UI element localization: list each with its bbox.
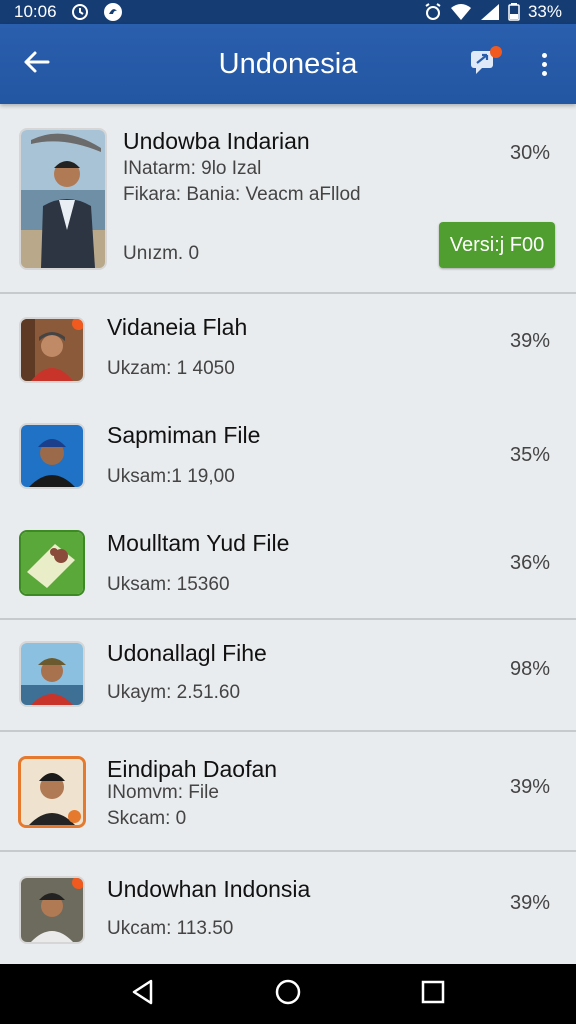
list-item[interactable]: Sapmiman File Uksam:1 19,00 35%	[0, 402, 576, 510]
item-detail: Ukcam: 113.50	[107, 918, 234, 939]
item-detail: Unızm. 0	[123, 243, 200, 264]
navigation-bar	[0, 964, 576, 1024]
list-item[interactable]: Udonallagl Fihe Ukaym: 2.51.60 98%	[0, 620, 576, 730]
share-button[interactable]	[464, 44, 502, 82]
list-item[interactable]: Undowhan Indonsia Ukcam: 113.50 39%	[0, 852, 576, 964]
file-icon	[19, 530, 85, 596]
item-detail: Ukaym: 2.51.60	[107, 682, 241, 703]
item-name: Udonallagl Fihe	[107, 640, 267, 666]
verify-button[interactable]: Versi:j F00	[439, 222, 555, 268]
more-vert-icon	[541, 52, 547, 76]
item-percent: 30%	[509, 142, 550, 164]
clock-icon	[71, 3, 89, 21]
notification-dot	[72, 319, 83, 330]
item-name: Sapmiman File	[107, 422, 261, 448]
notification-dot	[68, 810, 81, 823]
item-percent: 39%	[509, 892, 550, 914]
arrow-left-icon	[22, 50, 50, 79]
avatar	[18, 756, 86, 828]
item-name: Moulltam Yud File	[107, 530, 290, 556]
item-detail: Uksam: 15360	[107, 574, 230, 595]
file-list[interactable]: Undowba Indarian INatarm: 9lo Izal Fikar…	[0, 104, 576, 964]
item-name: Vidaneia Flah	[107, 314, 248, 340]
nav-recent-button[interactable]	[413, 974, 453, 1014]
item-percent: 39%	[509, 776, 550, 798]
item-detail: INomvm: File	[107, 782, 219, 803]
list-item[interactable]: Eindipah Daofan INomvm: File Skcam: 0 39…	[0, 732, 576, 850]
item-detail: Skcam: 0	[107, 808, 187, 829]
alarm-icon	[424, 3, 442, 21]
item-percent: 39%	[509, 330, 550, 352]
item-detail: Uksam:1 19,00	[107, 466, 235, 487]
status-time: 10:06	[14, 2, 57, 21]
item-name: Undowba Indarian	[123, 128, 310, 154]
status-bar: 10:06 33%	[0, 0, 576, 24]
wifi-icon	[450, 3, 472, 21]
item-name: Eindipah Daofan	[107, 756, 278, 782]
battery-icon	[508, 3, 520, 21]
list-item[interactable]: Vidaneia Flah Ukzam: 1 4050 39%	[0, 294, 576, 402]
app-bar: Undonesia	[0, 24, 576, 104]
item-detail: INatarm: 9lo Izal	[123, 158, 262, 179]
avatar	[19, 876, 85, 944]
avatar	[19, 641, 85, 707]
item-percent: 98%	[509, 658, 550, 680]
avatar	[19, 423, 85, 489]
item-percent: 35%	[509, 444, 550, 466]
circle-home-icon	[275, 979, 301, 1010]
signal-icon	[480, 3, 500, 21]
more-options-button[interactable]	[530, 48, 558, 80]
item-percent: 36%	[509, 552, 550, 574]
square-recent-icon	[421, 980, 445, 1009]
nav-home-button[interactable]	[268, 974, 308, 1014]
notification-dot	[72, 878, 83, 889]
item-detail: Fikara: Bania: Veacm aFllod	[123, 184, 361, 205]
triangle-back-icon	[131, 979, 155, 1010]
avatar	[19, 317, 85, 383]
item-name: Undowhan Indonsia	[107, 876, 311, 902]
battery-percent: 33%	[527, 2, 562, 21]
app-notification-icon	[103, 2, 123, 22]
back-button[interactable]	[20, 50, 52, 78]
notification-dot	[490, 46, 502, 58]
item-detail: Ukzam: 1 4050	[107, 358, 235, 379]
list-item[interactable]: Moulltam Yud File Uksam: 15360 36%	[0, 510, 576, 618]
nav-back-button[interactable]	[123, 974, 163, 1014]
avatar	[19, 128, 107, 270]
list-item[interactable]: Undowba Indarian INatarm: 9lo Izal Fikar…	[0, 104, 576, 292]
